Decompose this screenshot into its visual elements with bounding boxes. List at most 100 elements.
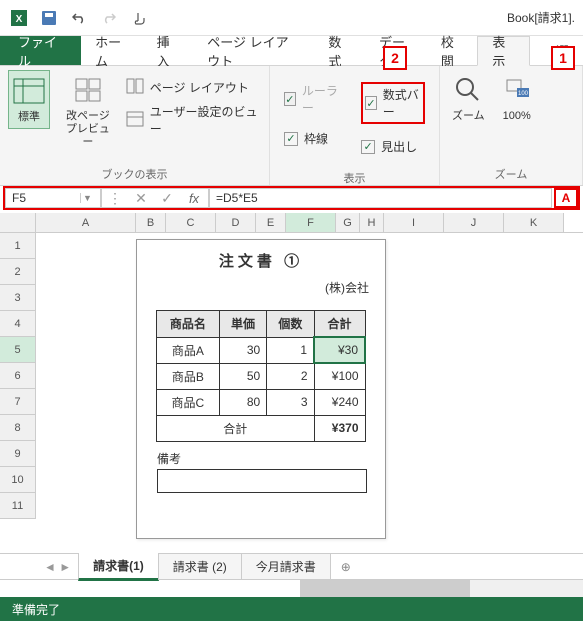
row-header[interactable]: 8	[0, 415, 36, 441]
zoom-100-button[interactable]: 100 100%	[497, 70, 537, 127]
order-table: 商品名 単価 個数 合計 商品A 30 1 ¥30 商品B 50 2 ¥100	[156, 310, 366, 442]
row-header[interactable]: 11	[0, 493, 36, 519]
row-header[interactable]: 1	[0, 233, 36, 259]
total-label: 合計	[157, 415, 315, 441]
custom-views-label: ユーザー設定のビュー	[150, 103, 261, 137]
col-header[interactable]: K	[504, 213, 564, 232]
annotation-1: 1	[551, 46, 575, 70]
cell[interactable]: 3	[267, 389, 314, 415]
formula-bar: F5 ▼ ⋮ ✕ ✓ fx =D5*E5 A	[3, 186, 580, 210]
formula-input[interactable]: =D5*E5	[209, 188, 552, 208]
th-product: 商品名	[157, 311, 220, 338]
fx-icon[interactable]: fx	[180, 191, 208, 206]
row-header[interactable]: 10	[0, 467, 36, 493]
row-headers: 1 2 3 4 5 6 7 8 9 10 11	[0, 233, 36, 553]
ribbon-tabs: ファイル ホーム 挿入 ページ レイアウト 数式 データ 校閲 表示 選	[0, 36, 583, 66]
select-all-corner[interactable]	[0, 213, 36, 232]
col-header[interactable]: C	[166, 213, 216, 232]
tab-insert[interactable]: 挿入	[143, 36, 194, 65]
undo-icon[interactable]	[68, 7, 90, 29]
gridlines-checkbox[interactable]: 枠線	[284, 130, 341, 147]
zoom-icon	[452, 74, 484, 106]
custom-views-button[interactable]: ユーザー設定のビュー	[126, 103, 261, 137]
th-total: 合計	[314, 311, 365, 338]
annotation-a: A	[554, 188, 578, 208]
formula-bar-label: 数式バー	[383, 86, 421, 120]
show-group-label: 表示	[278, 167, 431, 189]
tab-view[interactable]: 表示	[477, 36, 530, 66]
row-header[interactable]: 3	[0, 285, 36, 311]
page-break-button[interactable]: 改ページ プレビュー	[58, 70, 118, 154]
svg-text:X: X	[16, 14, 23, 25]
col-header[interactable]: B	[136, 213, 166, 232]
col-header[interactable]: J	[444, 213, 504, 232]
zoom-100-label: 100%	[503, 110, 531, 123]
cell[interactable]: 30	[219, 337, 266, 363]
tab-page-layout[interactable]: ページ レイアウト	[193, 36, 314, 65]
ruler-label: ルーラー	[302, 82, 341, 116]
sheet-tab-2[interactable]: 請求書 (2)	[158, 553, 242, 580]
row-header[interactable]: 2	[0, 259, 36, 285]
name-box[interactable]: F5 ▼	[5, 188, 101, 208]
cell[interactable]: 商品B	[157, 363, 220, 389]
quick-access-toolbar: X	[8, 7, 150, 29]
col-header[interactable]: F	[286, 213, 336, 232]
headings-checkbox[interactable]: 見出し	[361, 138, 425, 155]
sheet-tab-1[interactable]: 請求書(1)	[78, 552, 159, 581]
col-header[interactable]: A	[36, 213, 136, 232]
cell[interactable]: ¥100	[314, 363, 365, 389]
normal-view-icon	[13, 75, 45, 107]
cell[interactable]: 80	[219, 389, 266, 415]
dots-icon[interactable]: ⋮	[102, 190, 128, 207]
formula-bar-chk-icon	[365, 96, 377, 110]
col-header[interactable]: G	[336, 213, 360, 232]
cell[interactable]: 商品A	[157, 337, 220, 363]
cell[interactable]: 1	[267, 337, 314, 363]
name-box-value: F5	[12, 191, 26, 205]
th-qty: 個数	[267, 311, 314, 338]
cell[interactable]: 50	[219, 363, 266, 389]
tab-formulas[interactable]: 数式	[314, 36, 365, 65]
add-sheet-button[interactable]: ⊕	[331, 556, 361, 578]
page-layout-button[interactable]: ページ レイアウト	[126, 78, 261, 97]
normal-view-button[interactable]: 標準	[8, 70, 50, 129]
col-header[interactable]: I	[384, 213, 444, 232]
touch-icon[interactable]	[128, 7, 150, 29]
page-layout-icon	[126, 78, 144, 97]
zoom-button[interactable]: ズーム	[448, 70, 489, 127]
redo-icon[interactable]	[98, 7, 120, 29]
col-header[interactable]: E	[256, 213, 286, 232]
ruler-checkbox[interactable]: ルーラー	[284, 82, 341, 116]
cell[interactable]: 2	[267, 363, 314, 389]
tab-file[interactable]: ファイル	[0, 36, 81, 65]
tab-home[interactable]: ホーム	[81, 36, 143, 65]
excel-icon[interactable]: X	[8, 7, 30, 29]
row-header[interactable]: 9	[0, 441, 36, 467]
name-box-dropdown-icon[interactable]: ▼	[80, 193, 94, 203]
row-header[interactable]: 6	[0, 363, 36, 389]
normal-label: 標準	[18, 111, 40, 124]
cells-area[interactable]: 注文書 ① (株)会社 商品名 単価 個数 合計 商品A 30 1 ¥30 商品…	[36, 233, 583, 553]
tab-review[interactable]: 校閲	[427, 36, 478, 65]
workbook-title: Book[請求1].	[507, 9, 575, 26]
cell-selected[interactable]: ¥30	[314, 337, 365, 363]
formula-bar-checkbox[interactable]: 数式バー	[361, 82, 425, 124]
sheet-nav[interactable]: ◄ ►	[36, 560, 79, 574]
grid-area: 1 2 3 4 5 6 7 8 9 10 11 注文書 ① (株)会社 商品名 …	[0, 233, 583, 553]
horizontal-scrollbar[interactable]	[0, 579, 583, 597]
col-header[interactable]: D	[216, 213, 256, 232]
row-header[interactable]: 7	[0, 389, 36, 415]
remarks-box[interactable]	[157, 469, 367, 493]
cell[interactable]: ¥240	[314, 389, 365, 415]
cell[interactable]: 商品C	[157, 389, 220, 415]
ruler-chk-icon	[284, 92, 296, 106]
enter-icon[interactable]: ✓	[154, 190, 180, 207]
col-header[interactable]: H	[360, 213, 384, 232]
row-header[interactable]: 5	[0, 337, 36, 363]
sheet-tab-3[interactable]: 今月請求書	[241, 553, 331, 580]
gridlines-label: 枠線	[304, 130, 328, 147]
row-header[interactable]: 4	[0, 311, 36, 337]
save-icon[interactable]	[38, 7, 60, 29]
annotation-2: 2	[383, 46, 407, 70]
cancel-icon[interactable]: ✕	[128, 190, 154, 207]
